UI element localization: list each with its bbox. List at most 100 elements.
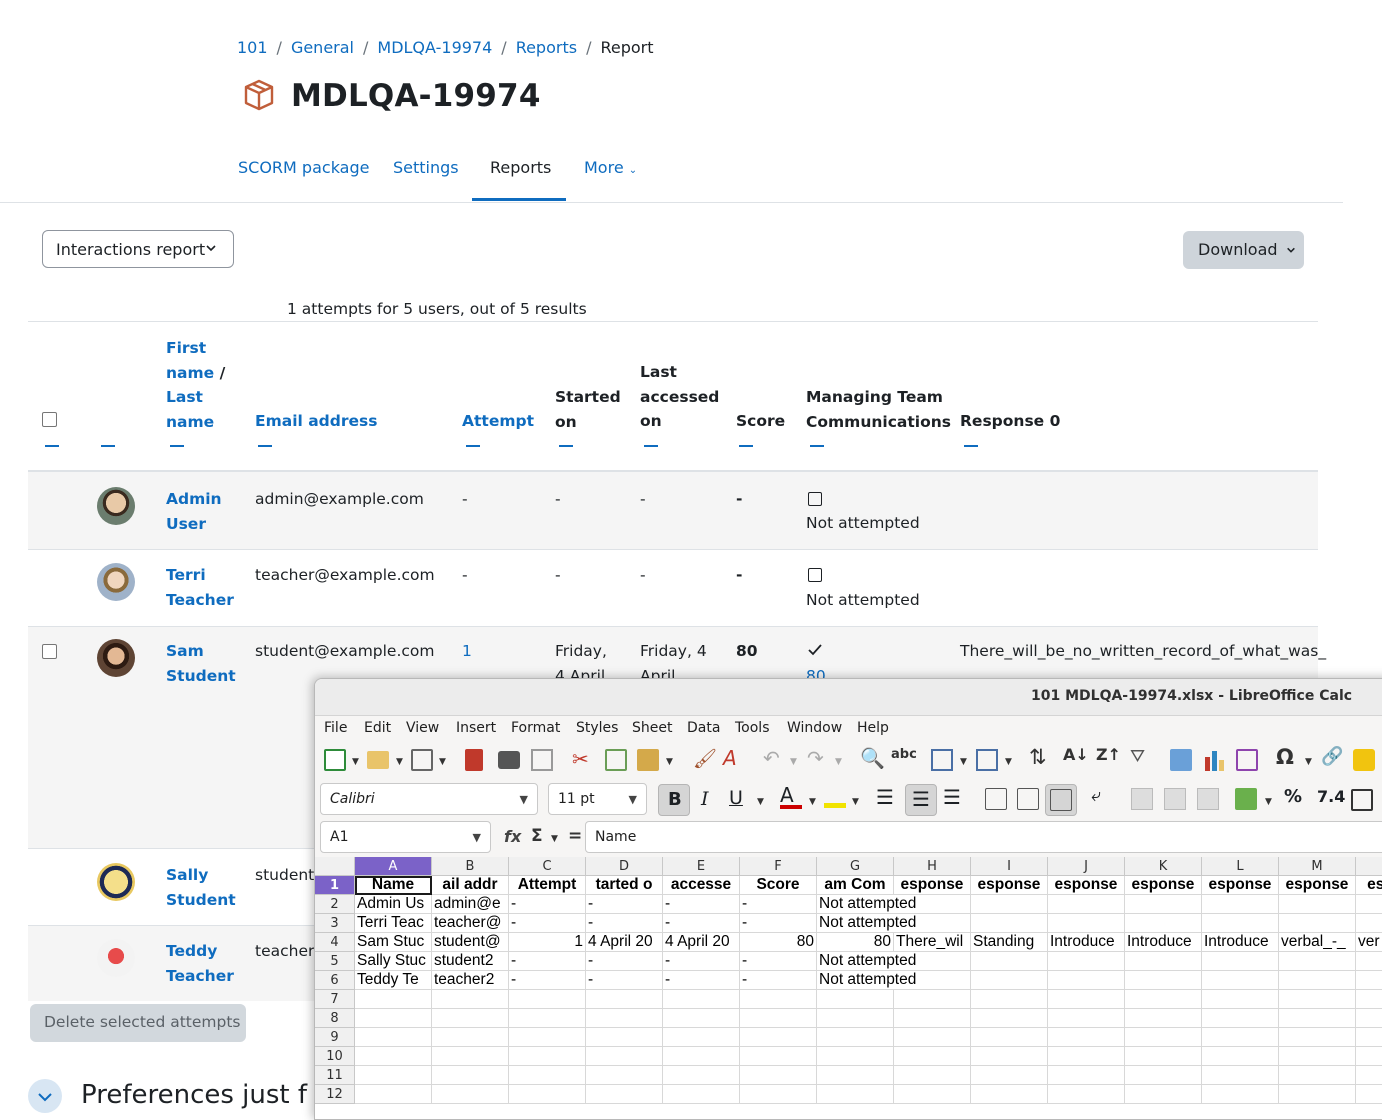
chevron-down-icon[interactable]: ▼ [809,797,816,807]
menu-tools[interactable]: Tools [735,720,770,736]
collapse-column-icon[interactable] [101,445,115,447]
collapse-column-icon[interactable] [644,445,658,447]
sheet-cell[interactable] [1125,895,1202,914]
sheet-cell[interactable] [1356,1009,1382,1028]
sheet-cell[interactable] [355,990,432,1009]
user-name-link[interactable]: Admin User [166,487,246,536]
row-header[interactable]: 2 [315,895,355,914]
sheet-cell[interactable] [740,1066,817,1085]
menu-view[interactable]: View [406,720,439,736]
sheet-cell[interactable] [1048,1066,1125,1085]
sheet-cell[interactable] [817,1009,894,1028]
font-size-box[interactable]: 11 pt ▼ [548,783,647,815]
sheet-cell[interactable] [586,1066,663,1085]
sheet-cell[interactable] [1048,895,1125,914]
sheet-cell[interactable] [817,1066,894,1085]
clone-formatting-icon[interactable]: 🖌 [693,747,717,770]
row-header[interactable]: 9 [315,1028,355,1047]
chevron-down-icon[interactable]: ▼ [757,797,764,807]
sheet-cell[interactable] [355,1085,432,1104]
currency-format-icon[interactable] [1235,788,1257,810]
sheet-cell[interactable]: 4 April 20 [663,933,740,952]
cut-icon[interactable]: ✂ [572,747,594,771]
new-spreadsheet-icon[interactable] [324,749,346,771]
sheet-cell[interactable]: Terri Teac [355,914,432,933]
tab-scorm-package[interactable]: SCORM package [238,158,369,177]
menu-data[interactable]: Data [687,720,720,736]
sheet-cell[interactable] [740,1028,817,1047]
sheet-cell[interactable] [1356,1047,1382,1066]
sheet-cell[interactable]: - [586,952,663,971]
sheet-cell[interactable]: There_wil [894,933,971,952]
align-right-icon[interactable]: ☰ [943,785,965,809]
sheet-cell[interactable] [432,1028,509,1047]
avatar[interactable] [97,639,135,677]
attempt-link[interactable]: 1 [462,639,472,664]
sheet-cell[interactable]: Teddy Te [355,971,432,990]
sheet-cell[interactable] [1356,895,1382,914]
sheet-cell[interactable] [971,1066,1048,1085]
column-header[interactable]: M [1279,857,1356,876]
user-name-link[interactable]: Sam Student [166,639,246,688]
font-name-box[interactable]: Calibri ▼ [320,783,538,815]
sheet-cell[interactable] [1125,971,1202,990]
sheet-cell[interactable]: esponse [1125,876,1202,895]
collapse-column-icon[interactable] [258,445,272,447]
sheet-cell[interactable]: Sally Stuc [355,952,432,971]
center-vertically-icon[interactable] [1017,788,1039,810]
sheet-cell[interactable]: Introduce [1125,933,1202,952]
chevron-down-icon[interactable]: ▼ [960,757,967,767]
breadcrumb-course[interactable]: 101 [237,38,268,57]
sort-icon[interactable]: ⇅ [1029,745,1051,769]
sheet-cell[interactable] [1279,952,1356,971]
bold-button[interactable]: B [658,784,690,816]
paste-icon[interactable] [637,749,659,771]
sheet-cell[interactable]: student@ [432,933,509,952]
collapse-column-icon[interactable] [466,445,480,447]
sheet-cell[interactable]: esponse [1202,876,1279,895]
collapse-preferences-button[interactable] [28,1079,62,1113]
column-header[interactable]: L [1202,857,1279,876]
row-header[interactable]: 11 [315,1066,355,1085]
date-format-icon[interactable] [1351,789,1373,811]
sheet-cell[interactable] [1048,1047,1125,1066]
column-icon[interactable] [976,749,998,771]
header-last-name[interactable]: Last name [166,388,214,431]
unmerge-cells-icon[interactable] [1197,788,1219,810]
sheet-cell[interactable] [740,1047,817,1066]
spreadsheet-grid[interactable]: A B C D E F G H I J K L M 1 Name ail addr Attempt tarted … [315,857,1382,1119]
sheet-cell[interactable]: 80 [740,933,817,952]
sheet-cell[interactable]: - [509,895,586,914]
sheet-cell[interactable] [894,1047,971,1066]
sheet-cell[interactable] [971,914,1048,933]
sheet-cell[interactable] [971,952,1048,971]
sheet-cell[interactable] [663,1066,740,1085]
column-header[interactable]: H [894,857,971,876]
chevron-down-icon[interactable]: ▼ [1265,797,1272,807]
sheet-cell[interactable] [1125,1085,1202,1104]
chevron-down-icon[interactable]: ▼ [551,834,558,844]
insert-image-icon[interactable] [1170,749,1192,771]
align-top-icon[interactable] [985,788,1007,810]
sheet-cell[interactable] [663,1085,740,1104]
sum-icon[interactable]: Σ [531,826,543,846]
user-name-link[interactable]: Terri Teacher [166,563,246,612]
sheet-cell[interactable] [740,1085,817,1104]
sheet-cell[interactable] [971,1009,1048,1028]
sheet-cell[interactable] [1202,1066,1279,1085]
merge-cells-icon[interactable] [1164,788,1186,810]
sheet-cell[interactable] [663,1009,740,1028]
special-character-icon[interactable]: Ω [1276,745,1298,769]
sheet-cell[interactable] [355,1047,432,1066]
sheet-cell[interactable] [1356,1028,1382,1047]
spelling-icon[interactable]: abc [891,747,917,769]
row-header[interactable]: 8 [315,1009,355,1028]
sheet-cell[interactable] [817,1028,894,1047]
row-icon[interactable] [931,749,953,771]
sheet-cell[interactable] [1202,952,1279,971]
row-header[interactable]: 12 [315,1085,355,1104]
sheet-cell[interactable] [894,1009,971,1028]
sheet-cell[interactable]: accesse [663,876,740,895]
sheet-cell[interactable] [1048,990,1125,1009]
column-header[interactable]: I [971,857,1048,876]
